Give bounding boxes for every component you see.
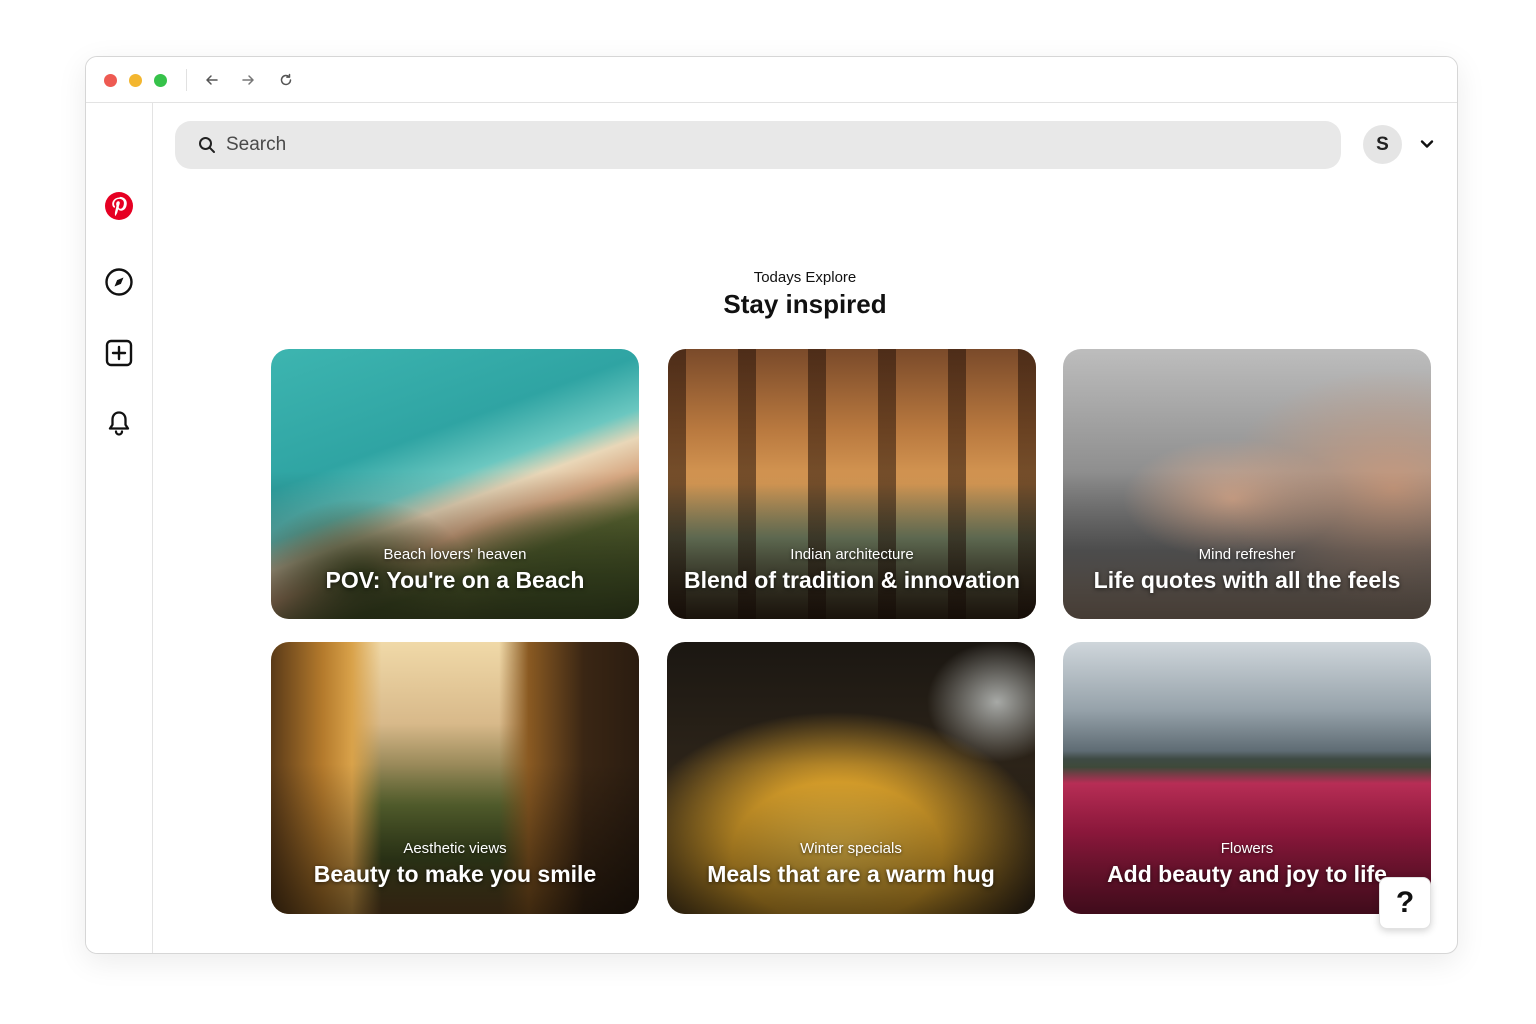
- card-headline: POV: You're on a Beach: [325, 567, 585, 593]
- page-title: Stay inspired: [723, 289, 887, 319]
- maximize-window-button[interactable]: [154, 74, 167, 87]
- arrow-right-icon[interactable]: [238, 70, 258, 90]
- avatar-initial: S: [1376, 133, 1389, 155]
- card-overlay: [1063, 470, 1431, 619]
- browser-window: S Todays Explore Stay inspired Beach lov…: [85, 56, 1458, 954]
- card-category: Aesthetic views: [403, 840, 507, 857]
- bell-icon[interactable]: [103, 407, 135, 439]
- minimize-window-button[interactable]: [129, 74, 142, 87]
- explore-subtitle: Todays Explore: [753, 269, 857, 286]
- toolbar-divider: [186, 69, 187, 91]
- explore-card-flowers[interactable]: Flowers Add beauty and joy to life: [1063, 642, 1431, 914]
- avatar[interactable]: S: [1363, 125, 1402, 164]
- card-category: Indian architecture: [790, 546, 914, 563]
- explore-card-winter-specials[interactable]: Winter specials Meals that are a warm hu…: [667, 642, 1035, 914]
- card-category: Beach lovers' heaven: [383, 546, 527, 563]
- card-overlay: [271, 470, 639, 619]
- reload-icon[interactable]: [276, 70, 296, 90]
- settings-icon[interactable]: [103, 952, 135, 953]
- card-category: Flowers: [1220, 840, 1274, 857]
- card-category: Winter specials: [800, 840, 902, 857]
- explore-card-beach[interactable]: Beach lovers' heaven POV: You're on a Be…: [271, 349, 639, 619]
- search-input[interactable]: [226, 134, 1226, 156]
- card-headline: Blend of tradition & innovation: [683, 567, 1021, 593]
- card-headline: Add beauty and joy to life: [1107, 861, 1387, 887]
- search-bar[interactable]: [175, 121, 1341, 169]
- card-headline: Meals that are a warm hug: [707, 861, 995, 887]
- help-button[interactable]: ?: [1379, 877, 1431, 929]
- close-window-button[interactable]: [104, 74, 117, 87]
- explore-card-architecture[interactable]: Indian architecture Blend of tradition &…: [668, 349, 1036, 619]
- explore-card-mind-refresher[interactable]: Mind refresher Life quotes with all the …: [1063, 349, 1431, 619]
- browser-toolbar: [86, 57, 1457, 103]
- plus-square-icon[interactable]: [103, 337, 135, 369]
- arrow-left-icon[interactable]: [202, 70, 222, 90]
- pinterest-logo[interactable]: [103, 190, 135, 222]
- card-headline: Beauty to make you smile: [313, 861, 597, 887]
- card-overlay: [668, 470, 1036, 619]
- help-label: ?: [1395, 886, 1415, 919]
- search-icon: [197, 135, 217, 155]
- compass-icon[interactable]: [103, 266, 135, 298]
- explore-card-aesthetic-views[interactable]: Aesthetic views Beauty to make you smile: [271, 642, 639, 914]
- card-headline: Life quotes with all the feels: [1093, 567, 1401, 593]
- card-category: Mind refresher: [1198, 546, 1296, 563]
- sidebar: [86, 103, 153, 953]
- main-content: S Todays Explore Stay inspired Beach lov…: [153, 103, 1457, 953]
- chevron-down-icon[interactable]: [1417, 134, 1437, 154]
